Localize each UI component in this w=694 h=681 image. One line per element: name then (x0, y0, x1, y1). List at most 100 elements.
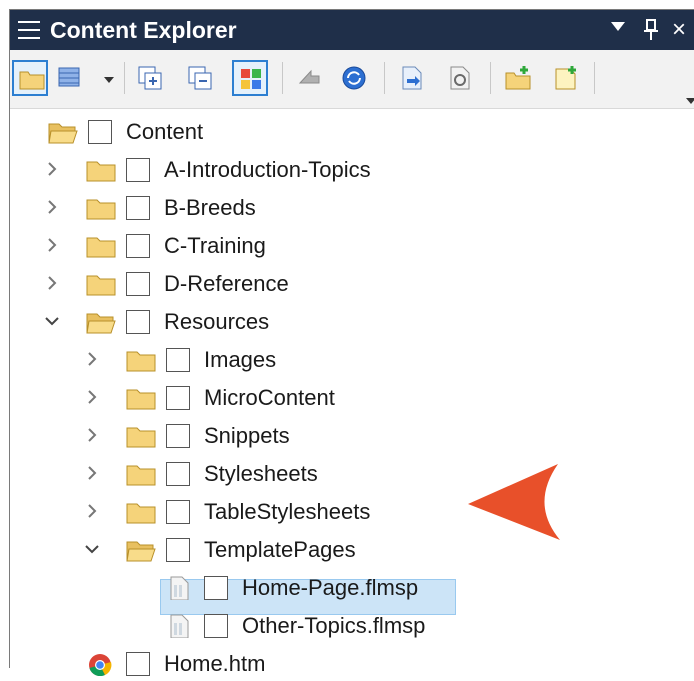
tree-folder-row[interactable]: Images (10, 343, 694, 377)
master-page-file-icon (170, 576, 189, 600)
toolbar-separator (384, 62, 385, 94)
tree-item-checkbox[interactable] (126, 310, 150, 334)
tree-item-checkbox[interactable] (126, 158, 150, 182)
tree-item-label: C-Training (164, 233, 266, 258)
tree-item-checkbox[interactable] (166, 386, 190, 410)
tree-item-label: B-Breeds (164, 195, 256, 220)
master-page-file-icon (170, 614, 189, 638)
folder-icon (126, 351, 156, 372)
chevron-right-icon[interactable] (84, 351, 100, 367)
chevron-right-icon[interactable] (84, 465, 100, 481)
tree-item-label: D-Reference (164, 271, 289, 296)
tree-file-row[interactable]: Other-Topics.flmsp (10, 609, 694, 643)
folder-icon (126, 503, 156, 524)
properties-button[interactable] (442, 60, 478, 96)
tree-file-row[interactable]: Home.htm (10, 647, 694, 681)
tree-item-checkbox[interactable] (126, 652, 150, 676)
collapse-all-icon (188, 66, 212, 90)
new-file-icon (555, 66, 576, 90)
tree-item-checkbox[interactable] (204, 614, 228, 638)
grid-icon (58, 67, 80, 87)
chevron-down-icon[interactable] (84, 541, 100, 557)
tree-item-checkbox[interactable] (126, 196, 150, 220)
tree-item-checkbox[interactable] (126, 272, 150, 296)
callout-arrow-icon (468, 464, 560, 540)
tree-item-checkbox[interactable] (166, 424, 190, 448)
chevron-down-icon[interactable] (44, 313, 60, 329)
toolbar-separator (490, 62, 491, 94)
chevron-right-icon[interactable] (84, 427, 100, 443)
tree-item-checkbox[interactable] (166, 500, 190, 524)
title-bar: Content Explorer × (10, 10, 694, 50)
window-dropdown-icon[interactable] (611, 22, 625, 31)
hamburger-menu-icon[interactable] (18, 19, 40, 41)
tree-item-label: Images (204, 347, 277, 372)
tree-file-row[interactable]: Home-Page.flmsp (10, 571, 694, 605)
tree-folder-row[interactable]: Snippets (10, 419, 694, 453)
tree-folder-row[interactable]: TemplatePages (10, 533, 694, 567)
chevron-right-icon[interactable] (44, 161, 60, 177)
tree-folder-row[interactable]: Resources (10, 305, 694, 339)
tree-item-label: Other-Topics.flmsp (242, 613, 426, 638)
new-folder-button[interactable] (500, 60, 536, 96)
tree-item-checkbox[interactable] (88, 120, 112, 144)
folder-icon (86, 275, 116, 296)
folder-icon (86, 161, 116, 182)
tree-item-checkbox[interactable] (204, 576, 228, 600)
tree-item-label: TableStylesheets (204, 499, 371, 524)
open-folder-icon (48, 123, 78, 144)
arrow-icon (298, 69, 320, 84)
chevron-right-icon[interactable] (44, 275, 60, 291)
color-grid-icon (241, 69, 261, 89)
file-open-icon (402, 66, 422, 90)
folder-icon (86, 237, 116, 258)
tree-item-label: Snippets (204, 423, 290, 448)
window-title: Content Explorer (50, 17, 237, 43)
open-folder-button[interactable] (12, 60, 48, 96)
view-options-button[interactable] (52, 60, 88, 96)
pin-icon[interactable] (644, 19, 658, 41)
toolbar-separator (124, 62, 125, 94)
content-explorer-window: Content Explorer × Content A-Introductio… (9, 9, 694, 676)
collapse-all-button[interactable] (182, 60, 218, 96)
tree-folder-row[interactable]: A-Introduction-Topics (10, 153, 694, 187)
tree-folder-row[interactable]: Stylesheets (10, 457, 694, 491)
tree-item-label: Stylesheets (204, 461, 318, 486)
folder-icon (126, 427, 156, 448)
toolbar-separator (282, 62, 283, 94)
tree-folder-row[interactable]: D-Reference (10, 267, 694, 301)
toolbar-overflow-icon[interactable] (686, 98, 694, 104)
chevron-right-icon[interactable] (84, 503, 100, 519)
sync-icon (342, 66, 366, 90)
tree-item-label: MicroContent (204, 385, 335, 410)
close-icon[interactable]: × (672, 16, 686, 44)
folder-icon (126, 389, 156, 410)
open-file-button[interactable] (394, 60, 430, 96)
chevron-right-icon[interactable] (44, 199, 60, 215)
open-folder-icon (126, 541, 156, 562)
tree-item-checkbox[interactable] (126, 234, 150, 258)
tree-folder-row[interactable]: B-Breeds (10, 191, 694, 225)
back-button[interactable] (292, 60, 328, 96)
folder-icon (86, 199, 116, 220)
toolbar (10, 50, 694, 109)
chevron-right-icon[interactable] (44, 237, 60, 253)
tree-item-checkbox[interactable] (166, 538, 190, 562)
tree-folder-row[interactable]: Content (10, 115, 694, 149)
view-options-dropdown-icon[interactable] (104, 77, 114, 83)
chevron-right-icon[interactable] (84, 389, 100, 405)
refresh-button[interactable] (336, 60, 372, 96)
tree-item-checkbox[interactable] (166, 348, 190, 372)
tree-item-checkbox[interactable] (166, 462, 190, 486)
new-file-button[interactable] (548, 60, 584, 96)
tree-item-label: Home-Page.flmsp (242, 575, 419, 600)
tree-item-label: A-Introduction-Topics (164, 157, 371, 182)
expand-all-button[interactable] (132, 60, 168, 96)
tree-item-label: Content (126, 119, 204, 144)
tree-folder-row[interactable]: MicroContent (10, 381, 694, 415)
folder-icon (19, 71, 45, 90)
tree-folder-row[interactable]: TableStylesheets (10, 495, 694, 529)
folder-icon (126, 465, 156, 486)
color-view-button[interactable] (232, 60, 268, 96)
tree-folder-row[interactable]: C-Training (10, 229, 694, 263)
